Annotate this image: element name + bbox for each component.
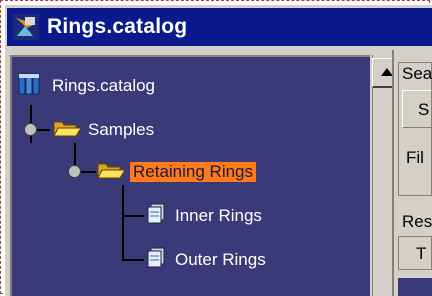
- tree-item-label-selected: Retaining Rings: [130, 162, 257, 182]
- results-tab[interactable]: [398, 236, 432, 270]
- tree-item-label: Samples: [88, 120, 155, 139]
- tree-item-inner-rings[interactable]: Inner Rings: [146, 203, 262, 229]
- tree-item-label: Outer Rings: [175, 250, 266, 269]
- collapse-node-retaining-rings[interactable]: [68, 165, 81, 178]
- tree-scrollbar[interactable]: [372, 55, 389, 296]
- tree-connector: [122, 259, 144, 261]
- document-icon: [146, 247, 166, 274]
- results-tab-label: T: [416, 244, 427, 263]
- tree-connector: [122, 185, 124, 261]
- window-title: Rings.catalog: [47, 15, 188, 38]
- search-panel: Sea S Fil Res T: [392, 50, 432, 296]
- search-button-label: S: [418, 100, 430, 119]
- tree-item-label: Inner Rings: [175, 206, 262, 225]
- tree-item-samples[interactable]: Samples: [52, 117, 154, 143]
- title-bar[interactable]: Rings.catalog: [7, 8, 432, 46]
- results-list[interactable]: [398, 278, 432, 296]
- document-icon: [146, 203, 166, 230]
- tree-item-label: Rings.catalog: [52, 76, 156, 95]
- tree-item-outer-rings[interactable]: Outer Rings: [146, 247, 266, 273]
- filter-label: Fil: [406, 148, 424, 167]
- search-group-label: Sea: [402, 64, 432, 83]
- catalog-tree[interactable]: Rings.catalog Samples Retaining Rings In…: [10, 55, 370, 296]
- collapse-node-samples[interactable]: [24, 123, 37, 136]
- open-folder-icon: [96, 159, 126, 186]
- results-label: Res: [402, 212, 432, 231]
- tree-item-rings-catalog[interactable]: Rings.catalog: [18, 73, 155, 99]
- catalog-app-icon: [13, 14, 39, 40]
- tree-item-retaining-rings[interactable]: Retaining Rings: [96, 159, 257, 186]
- catalog-icon: [18, 72, 40, 101]
- tree-connector: [122, 215, 144, 217]
- open-folder-icon: [52, 117, 82, 144]
